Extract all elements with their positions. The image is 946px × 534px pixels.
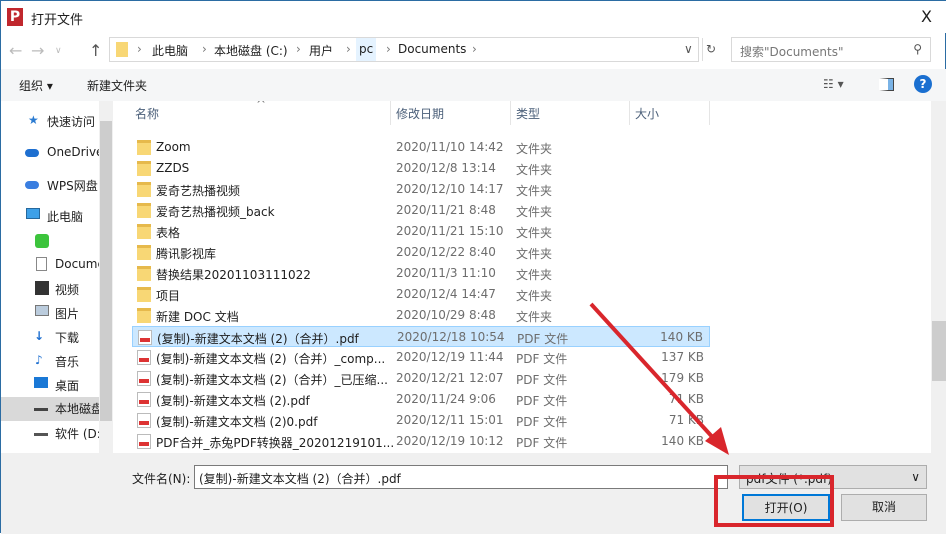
- arrow-annotation: [589, 302, 729, 455]
